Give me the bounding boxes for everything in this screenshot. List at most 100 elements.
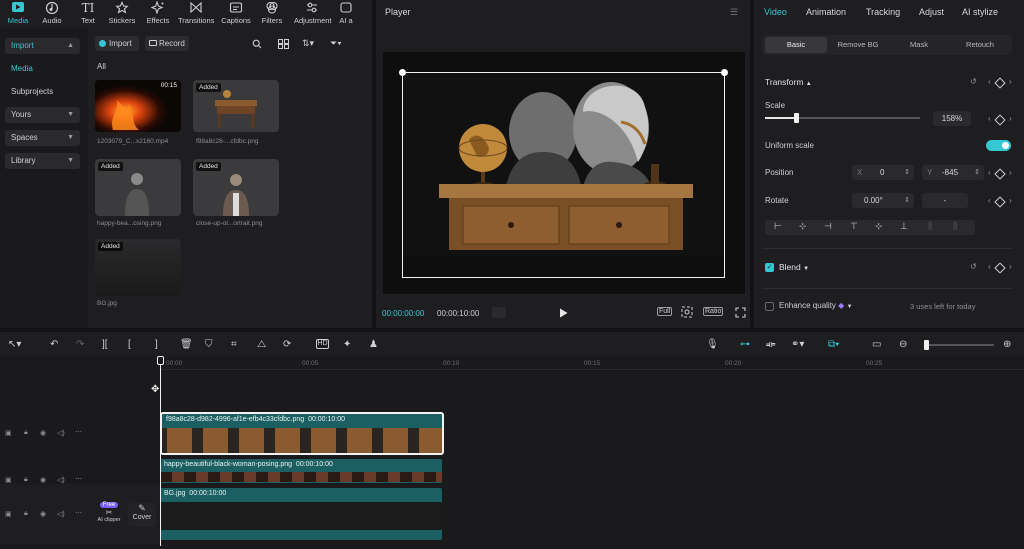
cover-button[interactable]: ✎ Cover — [128, 503, 156, 527]
subtab-remove-bg[interactable]: Remove BG — [828, 37, 888, 53]
tab-ai-stylize[interactable]: AI stylize — [962, 7, 998, 17]
toolbar-media[interactable]: Media — [0, 0, 36, 26]
trim-left-icon[interactable]: [ — [128, 339, 142, 351]
stepper-icon[interactable]: ⇕ — [904, 165, 910, 180]
speaker-icon[interactable]: ◁) — [57, 429, 65, 437]
rotate-icon[interactable]: ⟳ — [283, 339, 297, 351]
sidebar-library[interactable]: Library ▼ — [5, 153, 80, 169]
toolbar-adjustment[interactable]: Adjustment — [294, 0, 332, 26]
record-button[interactable]: Record — [145, 36, 189, 51]
filter-icon[interactable]: ⏷▾ — [330, 38, 342, 49]
snapshot-icon[interactable] — [681, 306, 693, 318]
prev-keyframe-icon[interactable]: ‹ — [988, 196, 991, 205]
align-right-icon[interactable]: ⊣ — [824, 221, 832, 232]
eye-icon[interactable]: ◉ — [40, 476, 46, 484]
more-icon[interactable]: ⋯ — [75, 428, 82, 436]
toolbar-effects[interactable]: Effects — [140, 0, 176, 26]
grid-view-icon[interactable] — [278, 39, 289, 49]
resize-handle[interactable] — [721, 69, 728, 76]
select-tool-icon[interactable]: ↖▾ — [8, 339, 22, 351]
redo-icon[interactable]: ↷ — [76, 339, 90, 351]
crop-icon[interactable]: ⌗ — [231, 339, 245, 351]
more-icon[interactable]: ⋯ — [75, 509, 82, 517]
media-item-man[interactable]: Added — [193, 159, 279, 216]
rotate-field[interactable]: 0.00° ⇕ — [852, 193, 914, 208]
preview-axis-icon[interactable]: ⧉▾ — [828, 339, 854, 351]
zoom-in-icon[interactable]: ⊕ — [1003, 339, 1017, 351]
uniform-scale-toggle[interactable] — [986, 140, 1011, 151]
prev-keyframe-icon[interactable]: ‹ — [988, 262, 991, 271]
tab-tracking[interactable]: Tracking — [866, 7, 900, 17]
split-icon[interactable]: ][ — [102, 339, 116, 351]
next-keyframe-icon[interactable]: › — [1009, 262, 1012, 271]
timeline-clip-bg[interactable]: BG.jpg 00:00:10:00 — [160, 488, 442, 540]
align-top-icon[interactable]: ⊤ — [850, 221, 858, 232]
blend-checkbox[interactable]: ✓ — [765, 263, 774, 272]
more-icon[interactable]: ⋯ — [75, 475, 82, 483]
toolbar-text[interactable]: TI Text — [70, 0, 106, 26]
tab-video[interactable]: Video — [764, 7, 787, 17]
subtab-basic[interactable]: Basic — [765, 37, 827, 53]
chain-icon[interactable]: ⚭▾ — [791, 339, 817, 351]
player-canvas[interactable] — [383, 52, 745, 294]
zoom-slider[interactable] — [924, 340, 994, 350]
ai-clipper-button[interactable]: Free ✂ AI clipper — [95, 498, 123, 528]
sort-icon[interactable]: ⇅▾ — [302, 38, 314, 49]
subtab-retouch[interactable]: Retouch — [950, 37, 1010, 53]
align-bottom-icon[interactable]: ⊥ — [900, 221, 908, 232]
enhance-quality-label[interactable]: Enhance quality ◆ ▼ — [779, 301, 853, 310]
next-keyframe-icon[interactable]: › — [1009, 196, 1012, 205]
tab-animation[interactable]: Animation — [806, 7, 846, 17]
tab-adjust[interactable]: Adjust — [919, 7, 944, 17]
lock-icon[interactable]: 🔒︎ — [24, 476, 28, 484]
sidebar-item-subprojects[interactable]: Subprojects — [11, 87, 53, 96]
menu-icon[interactable]: ☰ — [730, 7, 738, 18]
mirror-icon[interactable]: ⧍ — [257, 339, 271, 351]
timeline-clip-woman[interactable]: happy-beautiful-black-woman-posing.png 0… — [160, 459, 442, 483]
playhead-handle[interactable] — [157, 356, 164, 365]
align-center-h-icon[interactable]: ⊹ — [799, 221, 807, 232]
zoom-out-icon[interactable]: ⊖ — [899, 339, 913, 351]
ratio-button[interactable]: Ratio — [703, 307, 724, 316]
snap-icon[interactable]: ⟚ — [766, 339, 780, 351]
fullscreen-icon[interactable] — [735, 307, 746, 318]
toolbar-transitions[interactable]: Transitions — [178, 0, 214, 26]
rotate-extra-field[interactable]: - — [922, 193, 968, 208]
speaker-icon[interactable]: ◁) — [57, 476, 65, 484]
link-icon[interactable]: ⊶ — [740, 339, 754, 351]
sidebar-item-media[interactable]: Media — [11, 64, 33, 73]
prev-keyframe-icon[interactable]: ‹ — [988, 114, 991, 123]
undo-icon[interactable]: ↶ — [50, 339, 64, 351]
subtab-mask[interactable]: Mask — [892, 37, 946, 53]
resize-handle[interactable] — [399, 69, 406, 76]
selection-box[interactable] — [402, 72, 725, 278]
import-button[interactable]: Import — [95, 36, 139, 51]
stepper-icon[interactable]: ⇕ — [904, 193, 910, 208]
media-item-woman[interactable]: Added — [95, 159, 181, 216]
next-keyframe-icon[interactable]: › — [1009, 114, 1012, 123]
align-center-v-icon[interactable]: ⊹ — [875, 221, 883, 232]
speaker-icon[interactable]: ◁) — [57, 510, 65, 518]
zoom-slider-handle[interactable] — [924, 340, 929, 350]
next-keyframe-icon[interactable]: › — [1009, 77, 1012, 86]
timecode-toggle[interactable] — [492, 307, 506, 318]
toolbar-captions[interactable]: Captions — [218, 0, 254, 26]
play-icon[interactable] — [559, 308, 568, 318]
blend-heading[interactable]: Blend ▼ — [779, 262, 809, 272]
transform-heading[interactable]: Transform ▲ — [765, 77, 812, 87]
distribute-h-icon[interactable]: ⫼ — [928, 221, 932, 232]
lock-icon[interactable]: 🔒︎ — [24, 510, 28, 518]
reset-icon[interactable]: ↺ — [970, 262, 977, 271]
media-item-desk[interactable]: Added — [193, 80, 279, 132]
reset-icon[interactable]: ↺ — [970, 77, 977, 86]
scale-value-field[interactable]: 158% — [933, 111, 971, 126]
scale-slider-handle[interactable] — [794, 113, 799, 123]
next-keyframe-icon[interactable]: › — [1009, 168, 1012, 177]
microphone-icon[interactable]: 🎙 — [706, 339, 720, 351]
scale-slider[interactable] — [765, 113, 920, 123]
person-icon[interactable]: ♟ — [369, 339, 383, 351]
position-y-field[interactable]: Y -845 ⇕ — [922, 165, 984, 180]
trim-right-icon[interactable]: ] — [155, 339, 169, 351]
distribute-v-icon[interactable]: ⫼ — [953, 221, 957, 232]
prev-keyframe-icon[interactable]: ‹ — [988, 168, 991, 177]
